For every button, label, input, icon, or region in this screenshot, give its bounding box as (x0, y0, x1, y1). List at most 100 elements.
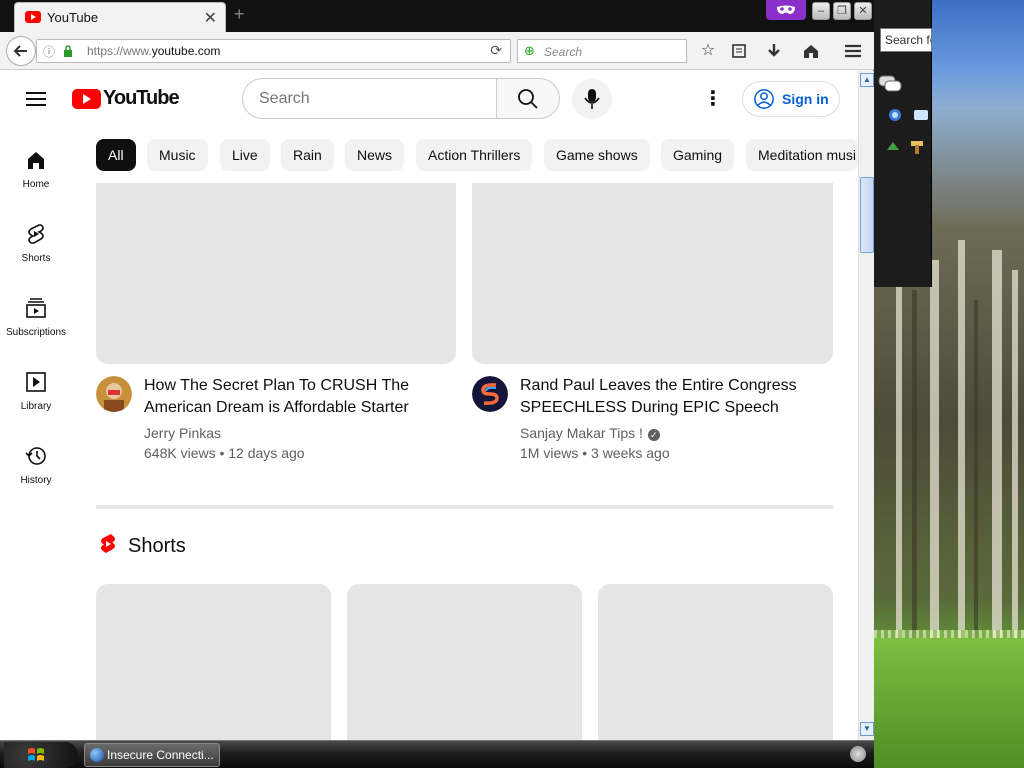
account-icon (754, 89, 774, 109)
bookmark-star-icon[interactable]: ☆ (697, 40, 719, 62)
home-icon (28, 152, 44, 169)
guide-label-history: History (20, 475, 52, 486)
sidebar-gadget: Search fo (874, 0, 932, 287)
video-title[interactable]: How The Secret Plan To CRUSH The America… (144, 375, 444, 419)
chat-icon[interactable] (878, 74, 902, 94)
minimize-button[interactable]: – (812, 2, 830, 20)
verified-badge-icon: ✓ (647, 429, 660, 441)
youtube-favicon-icon (25, 11, 41, 23)
reading-list-icon[interactable] (728, 40, 750, 62)
scroll-thumb[interactable] (860, 177, 874, 253)
taskbar: Insecure Connecti... (0, 740, 874, 768)
library-icon (26, 372, 46, 392)
short-thumbnail[interactable] (96, 584, 331, 740)
youtube-search-button[interactable] (496, 78, 560, 119)
search-icon (518, 89, 538, 109)
chip-rain[interactable]: Rain (281, 139, 334, 171)
guide-item-shorts[interactable]: Shorts (0, 217, 72, 281)
scroll-down-arrow-icon[interactable]: ▼ (860, 722, 874, 736)
tools-icon[interactable] (908, 138, 926, 156)
home-button-icon[interactable] (800, 40, 822, 62)
tab-title: YouTube (47, 10, 99, 25)
more-options-icon[interactable]: ⋮ (700, 88, 726, 110)
video-title[interactable]: Rand Paul Leaves the Entire Congress SPE… (520, 375, 820, 419)
short-thumbnail[interactable] (347, 584, 582, 740)
guide-item-home[interactable]: Home (0, 143, 72, 207)
youtube-search-input[interactable] (259, 90, 479, 108)
hamburger-menu-icon[interactable] (842, 40, 864, 62)
video-thumbnail[interactable] (472, 183, 833, 364)
section-divider (96, 505, 833, 509)
voice-search-button[interactable] (572, 79, 612, 119)
close-window-button[interactable]: ✕ (854, 2, 872, 20)
youtube-search-box[interactable] (242, 78, 497, 119)
video-meta: 1M views • 3 weeks ago (520, 445, 670, 461)
browser-search-placeholder: Search (544, 45, 583, 59)
reload-icon[interactable]: ⟳ (490, 42, 502, 59)
downloads-icon[interactable] (763, 40, 785, 62)
youtube-logo-icon[interactable] (72, 89, 101, 109)
sign-in-button[interactable]: Sign in (742, 81, 840, 117)
video-thumbnail[interactable] (96, 183, 456, 364)
browser-globe-icon (90, 748, 104, 762)
channel-name[interactable]: Sanjay Makar Tips ! ✓ (520, 425, 660, 441)
guide-label-home: Home (22, 179, 50, 190)
shorts-icon (28, 224, 44, 244)
guide-item-library[interactable]: Library (0, 365, 72, 429)
channel-avatar[interactable] (472, 376, 508, 412)
chip-music[interactable]: Music (147, 139, 208, 171)
chip-all[interactable]: All (96, 139, 136, 171)
chip-meditation-music[interactable]: Meditation musi (746, 139, 858, 171)
chip-gaming[interactable]: Gaming (661, 139, 735, 171)
page-scrollbar[interactable]: ▲ ▼ (858, 71, 874, 740)
channel-name-text: Sanjay Makar Tips ! (520, 425, 643, 441)
browser-window: YouTube ✕ + – ❐ ✕ ⓘ https://www.youtube.… (0, 0, 874, 740)
site-info-icon[interactable]: ⓘ (43, 43, 55, 60)
url-bar[interactable]: ⓘ https://www.youtube.com ⟳ (36, 39, 511, 63)
shorts-heading: Shorts (128, 535, 186, 557)
chip-live[interactable]: Live (220, 139, 270, 171)
back-button[interactable] (6, 36, 36, 66)
system-tray-icon[interactable] (850, 746, 866, 762)
start-button[interactable] (4, 742, 78, 768)
network-icon[interactable] (886, 106, 904, 124)
guide-menu-icon[interactable] (26, 92, 46, 106)
history-icon (25, 447, 46, 465)
search-engine-icon[interactable]: ⊕ (524, 43, 535, 59)
guide-item-subscriptions[interactable]: Subscriptions (0, 291, 72, 355)
subscriptions-icon (26, 298, 46, 318)
guide-label-shorts: Shorts (21, 253, 51, 264)
taskbar-item-browser[interactable]: Insecure Connecti... (84, 743, 220, 767)
mail-icon[interactable] (912, 106, 930, 124)
chip-news[interactable]: News (345, 139, 405, 171)
taskbar-item-label: Insecure Connecti... (107, 748, 214, 762)
channel-avatar[interactable] (96, 376, 132, 412)
browser-search-field[interactable]: ⊕ Search (517, 39, 687, 63)
guide-label-subscriptions: Subscriptions (5, 327, 67, 338)
sign-in-label: Sign in (782, 91, 829, 107)
microphone-icon (584, 89, 600, 109)
scroll-up-arrow-icon[interactable]: ▲ (860, 73, 874, 87)
channel-name[interactable]: Jerry Pinkas (144, 425, 221, 441)
windows-logo-icon (28, 748, 44, 761)
chip-game-shows[interactable]: Game shows (544, 139, 650, 171)
youtube-page: YouTube ⋮ Sign in All Music Live Rain Ne… (0, 71, 858, 740)
new-tab-button[interactable]: + (234, 4, 245, 25)
private-browsing-mask-icon (766, 0, 806, 20)
tab-youtube[interactable]: YouTube ✕ (14, 2, 226, 32)
shorts-logo-icon (101, 534, 115, 553)
lock-icon (63, 44, 73, 57)
guide-item-history[interactable]: History (0, 439, 72, 503)
restore-button[interactable]: ❐ (833, 2, 851, 20)
navigation-toolbar: ⓘ https://www.youtube.com ⟳ ⊕ Search ☆ (0, 32, 874, 70)
url-text: https://www.youtube.com (87, 44, 221, 58)
youtube-logo-text[interactable]: YouTube (103, 87, 180, 110)
title-bar: YouTube ✕ + – ❐ ✕ (0, 0, 874, 32)
tab-close-icon[interactable]: ✕ (204, 8, 217, 28)
chip-action-thrillers[interactable]: Action Thrillers (416, 139, 533, 171)
recycle-icon[interactable] (884, 138, 902, 156)
desktop-search-field[interactable]: Search fo (880, 28, 932, 52)
short-thumbnail[interactable] (598, 584, 833, 740)
guide-label-library: Library (20, 401, 52, 412)
video-meta: 648K views • 12 days ago (144, 445, 305, 461)
